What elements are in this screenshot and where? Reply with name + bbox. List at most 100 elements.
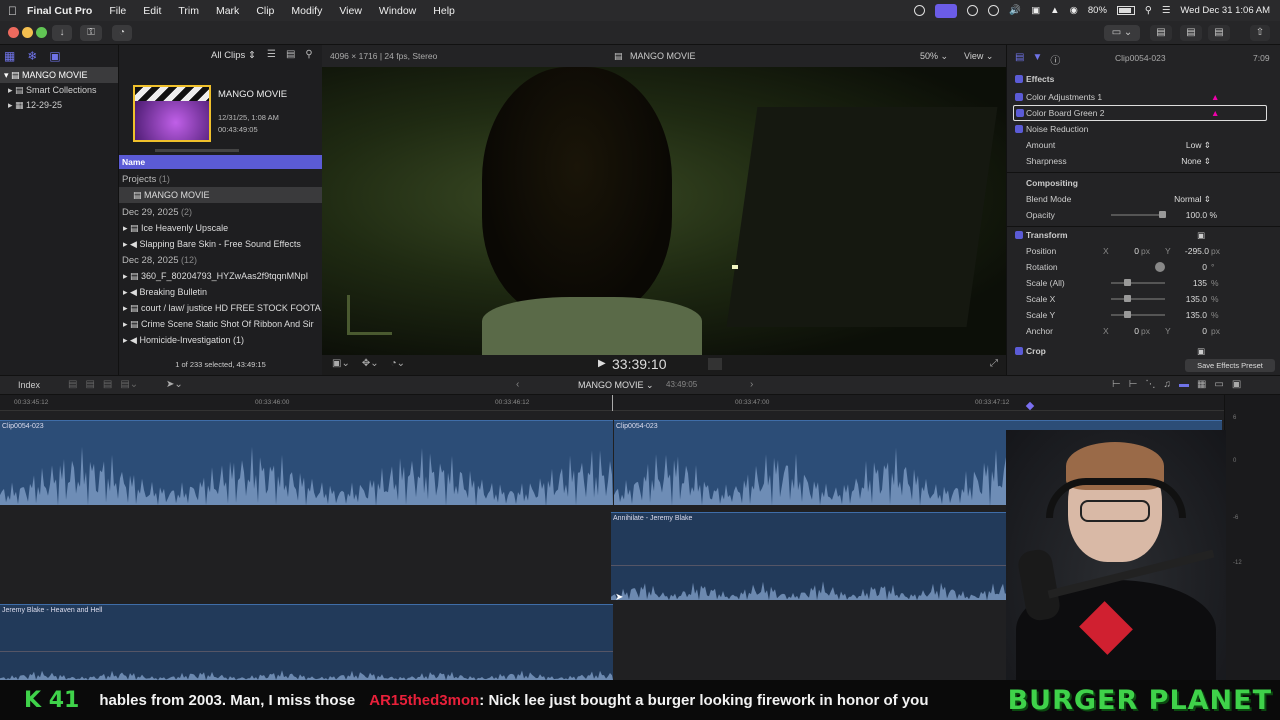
timeline-project-title[interactable]: MANGO MOVIE ⌄ <box>578 380 654 391</box>
blend-mode-select[interactable]: Normal ⇕ <box>1157 191 1211 207</box>
list-item[interactable]: ▸ ▤ Crime Scene Static Shot Of Ribbon An… <box>119 316 322 332</box>
forward-icon[interactable]: › <box>750 379 753 390</box>
app-menu[interactable]: Final Cut Pro <box>27 5 92 17</box>
screen-record-icon[interactable] <box>914 5 926 16</box>
list-item[interactable]: ▸ ◀ Homicide-Investigation (1) <box>119 332 322 348</box>
audio-skimming-icon[interactable]: ♫ <box>1163 379 1171 390</box>
control-center-icon[interactable]: ☰ <box>1162 5 1171 16</box>
anchor-y[interactable]: 0 <box>1187 323 1207 339</box>
battery-level[interactable]: 80% <box>1088 5 1107 16</box>
skimming-icon[interactable]: ⋱ <box>1145 379 1155 390</box>
fullscreen-icon[interactable]: ⤢ <box>990 358 998 369</box>
photos-icon[interactable]: ❄ <box>27 49 37 63</box>
list-item[interactable]: ▸ ▤ court / law/ justice HD FREE STOCK F… <box>119 300 322 316</box>
menu-view[interactable]: View <box>339 5 362 17</box>
zoom-in-icon[interactable]: ⊢ <box>1129 379 1138 390</box>
snapping-icon[interactable]: ▦ <box>1197 379 1206 390</box>
menu-file[interactable]: File <box>109 5 126 17</box>
list-item-project[interactable]: ▤ MANGO MOVIE <box>119 187 322 203</box>
wifi-icon[interactable]: ◉ <box>1070 5 1078 16</box>
libraries-icon[interactable]: ▦ <box>4 49 15 63</box>
menu-edit[interactable]: Edit <box>143 5 161 17</box>
crop-section[interactable]: Crop ▣ <box>1007 343 1280 359</box>
effects-section[interactable]: Effects <box>1007 71 1280 87</box>
keyword-button[interactable]: ⚿ <box>80 25 102 41</box>
marker-icon[interactable] <box>1025 401 1035 411</box>
speed-tool-icon[interactable]: ◔⌄ <box>391 358 405 369</box>
transform-tool-icon[interactable]: ▣⌄ <box>332 358 350 369</box>
play-icon[interactable] <box>988 5 1000 16</box>
list-item[interactable]: ▸ ▤ Ice Heavenly Upscale <box>119 220 322 236</box>
scale-y-value[interactable]: 135.0 <box>1173 307 1207 323</box>
transform-onscreen-icon[interactable]: ▣ <box>1197 227 1205 243</box>
crop-onscreen-icon[interactable]: ▣ <box>1197 343 1205 359</box>
anchor-x[interactable]: 0 <box>1119 323 1139 339</box>
zoom-window-button[interactable] <box>36 27 47 38</box>
opacity-value[interactable]: 100.0 % <box>1177 207 1217 223</box>
rotation-dial[interactable] <box>1155 262 1165 272</box>
scale-all-slider[interactable] <box>1124 279 1131 286</box>
clip-appearance-icon[interactable]: ▭ <box>1214 379 1223 390</box>
share-layout-button[interactable]: ▭ ⌄ <box>1104 25 1140 41</box>
close-window-button[interactable] <box>8 27 19 38</box>
play-button[interactable]: ▶ <box>598 358 606 369</box>
column-header-name[interactable]: Name <box>119 155 322 169</box>
layout-inspector-button[interactable]: ▤ <box>1208 25 1230 41</box>
control-icon[interactable] <box>935 3 958 18</box>
zoom-out-icon[interactable]: ⊢ <box>1112 379 1121 390</box>
info-inspector-icon[interactable]: ⓘ <box>1050 52 1060 67</box>
list-item[interactable]: ▸ ◀ Slapping Bare Skin - Free Sound Effe… <box>119 236 322 252</box>
menu-window[interactable]: Window <box>379 5 416 17</box>
filmstrip-view-icon[interactable]: ☰ <box>267 49 276 60</box>
view-dropdown[interactable]: View ⌄ <box>964 51 993 62</box>
index-button[interactable]: Index <box>18 380 40 390</box>
background-tasks-button[interactable]: ◔ <box>112 25 132 41</box>
menu-clip[interactable]: Clip <box>256 5 274 17</box>
opacity-slider[interactable] <box>1159 211 1166 218</box>
save-effects-preset-button[interactable]: Save Effects Preset <box>1185 359 1275 372</box>
effects-browser-icon[interactable]: ▣ <box>1232 379 1241 390</box>
share-button[interactable]: ⇧ <box>1250 25 1270 41</box>
overwrite-clip-icon[interactable]: ▤⌄ <box>120 379 138 390</box>
scale-x-value[interactable]: 135.0 <box>1173 291 1207 307</box>
menu-modify[interactable]: Modify <box>291 5 322 17</box>
color-wheel-icon[interactable]: ▲ <box>1211 89 1219 105</box>
zoom-dropdown[interactable]: 50% ⌄ <box>920 51 948 62</box>
apple-icon[interactable]:  <box>8 4 17 18</box>
amount-select[interactable]: Low ⇕ <box>1157 137 1211 153</box>
list-item[interactable]: ▸ ◀ Breaking Bulletin <box>119 284 322 300</box>
date-group-dec-29[interactable]: Dec 29, 2025 (2) <box>119 204 322 220</box>
rotation-value[interactable]: 0 <box>1187 259 1207 275</box>
layout-browser-button[interactable]: ▤ <box>1150 25 1172 41</box>
obs-icon[interactable] <box>967 5 979 16</box>
compositing-section[interactable]: Compositing <box>1007 175 1280 191</box>
menu-trim[interactable]: Trim <box>178 5 199 17</box>
search-icon[interactable]: ⚲ <box>1145 5 1152 16</box>
menu-mark[interactable]: Mark <box>216 5 239 17</box>
sidebar-item-mango-movie[interactable]: ▾ ▤ MANGO MOVIE <box>0 67 118 83</box>
import-button[interactable]: ↓ <box>52 25 72 41</box>
list-item[interactable]: ▸ ▤ 360_F_80204793_HYZwAas2f9tqqnMNpI <box>119 268 322 284</box>
connect-clip-icon[interactable]: ▤ <box>68 379 77 390</box>
position-y[interactable]: -295.0 <box>1173 243 1209 259</box>
back-icon[interactable]: ‹ <box>516 379 519 390</box>
volume-icon[interactable]: 🔊 <box>1009 5 1021 16</box>
display-icon[interactable]: ▣ <box>1031 5 1040 16</box>
color-wheel-icon[interactable]: ▲ <box>1211 105 1219 121</box>
transform-section[interactable]: Transform ▣ <box>1007 227 1280 243</box>
effect-noise-reduction[interactable]: Noise Reduction <box>1007 121 1280 137</box>
playhead[interactable] <box>612 395 613 411</box>
effect-color-board[interactable]: Color Board Green 2 ▲ <box>1013 105 1267 121</box>
solo-icon[interactable]: ▬ <box>1179 379 1189 390</box>
select-tool-icon[interactable]: ➤⌄ <box>166 379 183 390</box>
list-view-icon[interactable]: ▤ <box>286 49 295 60</box>
video-frame[interactable] <box>322 67 1006 355</box>
clock[interactable]: Wed Dec 31 1:06 AM <box>1180 5 1270 16</box>
timeline-clip[interactable]: Clip0054-023 <box>0 420 613 505</box>
clip-filter-dropdown[interactable]: All Clips ⇕ <box>211 50 256 61</box>
bluetooth-icon[interactable]: ▲ <box>1050 5 1059 16</box>
append-clip-icon[interactable]: ▤ <box>103 379 112 390</box>
sidebar-item-12-29-25[interactable]: ▸ ▦ 12-29-25 <box>0 97 118 113</box>
enhance-tool-icon[interactable]: ✥⌄ <box>362 358 379 369</box>
timeline-ruler[interactable]: 00:33:45:12 00:33:46:00 00:33:46:12 00:3… <box>0 395 1224 411</box>
